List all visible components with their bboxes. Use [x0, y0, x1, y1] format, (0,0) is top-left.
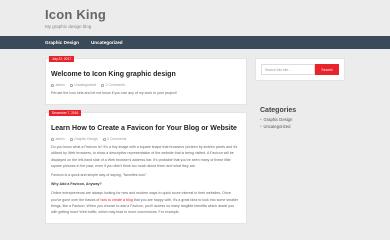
post-card: July 22, 2017 Welcome to Icon King graph… — [45, 56, 247, 106]
post-paragraph: Peruse the icon sets and let me know if … — [51, 91, 177, 95]
category-link[interactable]: Uncategorized — [263, 124, 290, 129]
main-content: July 22, 2017 Welcome to Icon King graph… — [45, 56, 247, 231]
search-widget: Search — [255, 58, 345, 81]
nav-item-uncategorized[interactable]: Uncategorized — [91, 40, 123, 45]
post-category[interactable]: Graphic Design — [74, 137, 97, 141]
post-card: December 7, 2016 Learn How to Create a F… — [45, 110, 247, 225]
categories-list: • Graphic Design • Uncategorized — [255, 117, 345, 130]
post-comments[interactable]: 0 Comments — [107, 137, 126, 141]
post-title[interactable]: Learn How to Create a Favicon for Your B… — [51, 124, 241, 133]
post-comments[interactable]: 0 Comments — [106, 83, 125, 87]
folder-icon — [69, 137, 73, 141]
post-date-badge: December 7, 2016 — [49, 110, 82, 117]
main-navigation: Graphic Design Uncategorized — [0, 36, 390, 49]
post-author[interactable]: admin — [56, 137, 65, 141]
post-title[interactable]: Welcome to Icon King graphic design — [51, 70, 241, 79]
search-input[interactable] — [261, 64, 315, 75]
user-icon — [51, 137, 54, 141]
categories-title: Categories — [260, 107, 297, 114]
post-meta: admin Uncategorized 0 Comments — [51, 83, 241, 87]
category-item: • Uncategorized — [260, 124, 345, 131]
post-excerpt: Peruse the icon sets and let me know if … — [51, 90, 241, 96]
comment-icon — [101, 83, 105, 87]
site-header: Icon King My graphic design blog — [0, 0, 390, 36]
post-body: Do you know what a Favicon is? It's a ti… — [51, 144, 241, 215]
site-title[interactable]: Icon King — [45, 8, 390, 22]
category-link[interactable]: Graphic Design — [263, 117, 292, 122]
post-paragraph: Online entrepreneurs are always looking … — [51, 191, 238, 215]
post-inline-link[interactable]: how to create a blog — [100, 198, 132, 202]
site-description: My graphic design blog — [45, 24, 92, 29]
post-author[interactable]: admin — [56, 83, 65, 87]
post-subheading: Why Add a Favicon, Anyway? — [51, 182, 102, 187]
nav-item-graphic-design[interactable]: Graphic Design — [45, 40, 79, 45]
post-meta: admin Graphic Design 0 Comments — [51, 137, 241, 141]
post-paragraph: Favicon is a quick and simple way of say… — [51, 173, 148, 178]
bullet-icon: • — [260, 117, 262, 122]
folder-icon — [69, 83, 73, 87]
search-button[interactable]: Search — [315, 64, 339, 75]
user-icon — [51, 83, 54, 87]
post-category[interactable]: Uncategorized — [74, 83, 96, 87]
comment-icon — [102, 137, 106, 141]
sidebar: Search Categories •Graphic Design •Uncat… — [255, 58, 345, 130]
bullet-icon: • — [260, 123, 262, 129]
post-paragraph: Do you know what a Favicon is? It's a ti… — [51, 145, 238, 168]
post-date-badge: July 22, 2017 — [49, 56, 74, 62]
